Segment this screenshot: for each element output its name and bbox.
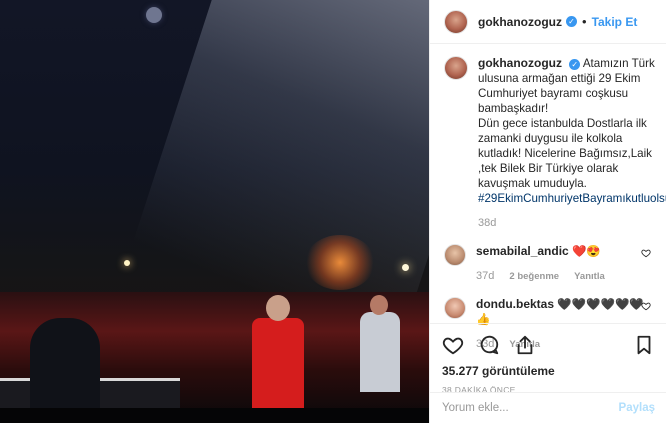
verified-badge-icon: ✓ <box>566 16 577 27</box>
heart-icon[interactable] <box>442 334 464 356</box>
caption-username[interactable]: gokhanozoguz <box>478 56 562 70</box>
guitarist-head <box>370 295 388 315</box>
separator-dot: • <box>582 14 587 29</box>
stage-floor <box>0 408 429 423</box>
comment-text: ❤️😍 <box>571 245 601 258</box>
caption-text-2: Dün gece istanbulda Dostlarla ilk zamank… <box>478 117 652 190</box>
post-sidebar: gokhanozoguz ✓ • Takip Et gokhanozoguz ✓… <box>429 0 666 423</box>
follow-button[interactable]: Takip Et <box>592 15 638 29</box>
comment-username[interactable]: semabilal_andic <box>476 244 569 258</box>
comment-age[interactable]: 37d <box>476 270 494 282</box>
stage-light <box>124 260 130 266</box>
heart-icon[interactable] <box>641 248 651 258</box>
moon <box>146 7 162 23</box>
view-count[interactable]: 35.277 görüntüleme <box>442 364 655 378</box>
bookmark-icon[interactable] <box>633 334 655 356</box>
verified-badge-icon: ✓ <box>569 59 581 70</box>
heart-icon[interactable] <box>641 301 651 311</box>
comment-body: semabilal_andic ❤️😍 37d 2 beğenme Yanıtl… <box>476 244 646 284</box>
hashtag-link[interactable]: #29EkimCumhuriyetBayramıkutluolsun <box>478 192 666 205</box>
post-video[interactable] <box>0 0 429 423</box>
comment-icon[interactable] <box>478 334 500 356</box>
avatar[interactable] <box>444 244 466 266</box>
post-header: gokhanozoguz ✓ • Takip Et <box>430 0 666 44</box>
comment-item: semabilal_andic ❤️😍 37d 2 beğenme Yanıtl… <box>444 244 653 284</box>
comment-meta: 37d 2 beğenme Yanıtla <box>476 269 646 284</box>
stage-light <box>402 264 409 271</box>
post-actions: 35.277 görüntüleme 38 DAKİKA ÖNCE <box>430 323 666 395</box>
avatar[interactable] <box>444 9 468 34</box>
singer-head <box>266 295 290 321</box>
guitarist <box>360 312 400 392</box>
comment-composer: Paylaş <box>430 392 666 423</box>
reply-button[interactable]: Yanıtla <box>574 271 605 282</box>
post-comment-button[interactable]: Paylaş <box>619 402 655 414</box>
fire-glow <box>305 235 375 290</box>
caption-age[interactable]: 38d <box>478 217 496 229</box>
comments-section: gokhanozoguz ✓ Atamızın Türk ulusuna arm… <box>430 56 666 352</box>
header-username[interactable]: gokhanozoguz <box>478 15 562 29</box>
share-icon[interactable] <box>514 334 536 356</box>
comment-input[interactable] <box>442 402 619 414</box>
comment-likes[interactable]: 2 beğenme <box>509 271 559 282</box>
avatar[interactable] <box>444 297 466 319</box>
avatar[interactable] <box>444 56 468 80</box>
comment-username[interactable]: dondu.bektas <box>476 297 554 311</box>
caption: gokhanozoguz ✓ Atamızın Türk ulusuna arm… <box>444 56 666 231</box>
caption-body: gokhanozoguz ✓ Atamızın Türk ulusuna arm… <box>478 56 666 231</box>
caption-meta: 38d <box>478 216 660 231</box>
action-icons <box>442 330 655 360</box>
